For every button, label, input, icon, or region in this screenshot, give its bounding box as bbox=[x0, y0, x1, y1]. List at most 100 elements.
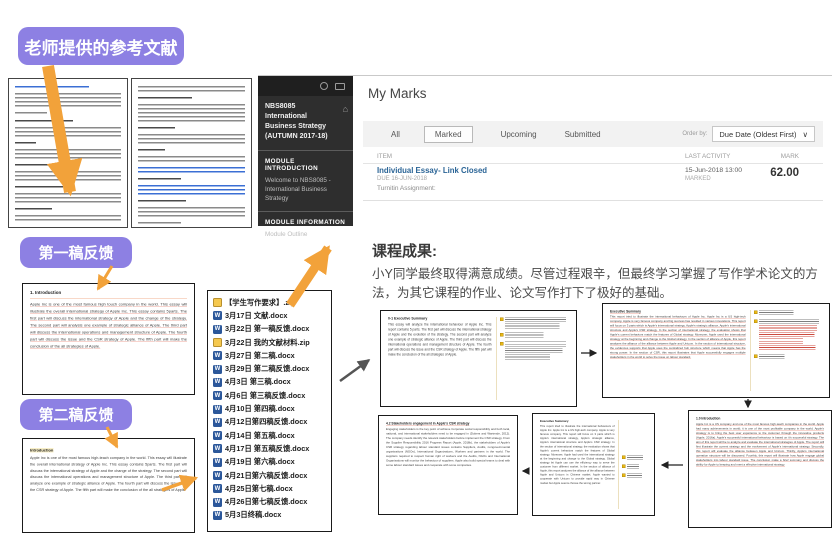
file-list-item[interactable]: W3月27日 第二稿.docx bbox=[213, 349, 331, 362]
comment-icon bbox=[754, 320, 758, 324]
file-list: 【学生写作要求】.zipW3月17日 文献.docxW3月22日 第一稿反馈.d… bbox=[207, 290, 332, 532]
word-icon: W bbox=[213, 471, 222, 480]
course-title-text: NBS8085 International Business Strategy … bbox=[265, 103, 328, 140]
feedback-rule bbox=[30, 298, 187, 299]
doc-body: Apple Inc is a US company and one of the… bbox=[696, 423, 824, 468]
file-name: 3月29日 第二稿反馈.docx bbox=[225, 364, 309, 374]
lms-screenshot: NBS8085 International Business Strategy … bbox=[258, 75, 832, 225]
word-icon: W bbox=[213, 325, 222, 334]
file-name: 5月3日终稿.docx bbox=[225, 510, 281, 520]
word-icon: W bbox=[213, 458, 222, 467]
sidebar-divider bbox=[258, 150, 353, 151]
file-list-item[interactable]: W4月14日 第五稿.docx bbox=[213, 429, 331, 442]
file-list-item[interactable]: W4月19日 第六稿.docx bbox=[213, 456, 331, 469]
file-list-item[interactable]: W5月3日终稿.docx bbox=[213, 509, 331, 522]
comments-pane bbox=[619, 420, 647, 509]
word-icon: W bbox=[213, 351, 222, 360]
flow-doc-exec-summary-3: Executive Summary This report tried to i… bbox=[532, 413, 655, 516]
comment-icon bbox=[622, 465, 626, 469]
doc-heading: 4.2 Stakeholders engagement in Apple's C… bbox=[386, 422, 510, 426]
file-list-item[interactable]: 3月22日 我的文献材料.zip bbox=[213, 336, 331, 349]
tab-all[interactable]: All bbox=[391, 130, 400, 139]
assignment-due: DUE 16-JUN-2018 bbox=[377, 176, 427, 182]
assignment-type: Turnitin Assignment: bbox=[377, 185, 436, 192]
search-icon[interactable] bbox=[320, 82, 328, 90]
file-name: 4月14日 第五稿.docx bbox=[225, 431, 295, 441]
file-list-item[interactable]: W3月17日 文献.docx bbox=[213, 309, 331, 322]
tab-upcoming[interactable]: Upcoming bbox=[501, 130, 537, 139]
doc-body: This report tried to illustrate the inte… bbox=[610, 315, 746, 360]
doc-body: Engaging stakeholders is the key point o… bbox=[386, 428, 510, 468]
assignment-link[interactable]: Individual Essay- Link Closed bbox=[377, 166, 487, 175]
file-list-item[interactable]: W4月6日 第三稿反馈.docx bbox=[213, 389, 331, 402]
order-by-dropdown[interactable]: Due Date (Oldest First) ∨ bbox=[712, 126, 815, 142]
slide-canvas: 老师提供的参考文献 第一稿反馈 第二稿反馈 bbox=[0, 0, 832, 542]
doc-heading: Executive Summary bbox=[610, 310, 746, 314]
file-name: 3月22日 我的文献材料.zip bbox=[225, 338, 310, 348]
file-list-item[interactable]: W4月3日 第三稿.docx bbox=[213, 376, 331, 389]
comment-icon bbox=[500, 342, 504, 346]
page-title: My Marks bbox=[368, 86, 427, 101]
comments-pane bbox=[497, 317, 570, 400]
file-list-item[interactable]: W4月25日第七稿.docx bbox=[213, 482, 331, 495]
file-list-item[interactable]: W3月22日 第一稿反馈.docx bbox=[213, 323, 331, 336]
second-draft-doc: Introduction Apple Inc is one of the mos… bbox=[22, 438, 195, 533]
file-list-item[interactable]: W4月12日第四稿反馈.docx bbox=[213, 416, 331, 429]
marks-tabs-bar: All Marked Upcoming Submitted Order by: Due… bbox=[363, 121, 823, 147]
doc-heading: 1. Introduction bbox=[30, 290, 187, 295]
tab-submitted[interactable]: Submitted bbox=[565, 130, 601, 139]
file-name: 3月27日 第二稿.docx bbox=[225, 351, 295, 361]
comment-icon bbox=[622, 456, 626, 460]
comment-icon bbox=[622, 474, 626, 478]
comments-pane bbox=[751, 310, 822, 391]
sidebar-divider bbox=[258, 211, 353, 212]
file-list-item[interactable]: W4月10日 第四稿.docx bbox=[213, 402, 331, 415]
status-badge: MARKED bbox=[685, 176, 711, 182]
word-icon: W bbox=[213, 498, 222, 507]
first-draft-label: 第一稿反馈 bbox=[20, 237, 132, 268]
file-name: 4月21日第六稿反馈.docx bbox=[225, 471, 307, 481]
comment-icon bbox=[500, 333, 504, 337]
marks-table-header: ITEM LAST ACTIVITY MARK bbox=[363, 150, 823, 164]
doc-body: Apple Inc is one of the most famous high… bbox=[30, 455, 187, 493]
file-name: 3月22日 第一稿反馈.docx bbox=[225, 324, 309, 334]
collapse-panel-icon[interactable] bbox=[335, 83, 345, 90]
doc-heading: 0-1 Executive Summary bbox=[388, 317, 492, 321]
outcome-section: 课程成果: 小Y同学最终取得满意成绩。尽管过程艰辛，但最终学习掌握了写作学术论文… bbox=[372, 240, 828, 304]
sidebar-section-module-information: MODULE INFORMATION bbox=[258, 215, 353, 228]
tab-marked[interactable]: Marked bbox=[424, 126, 473, 143]
doc-heading: Introduction bbox=[30, 448, 53, 453]
home-icon[interactable]: ⌂ bbox=[343, 103, 348, 116]
word-icon: W bbox=[213, 311, 222, 320]
order-by-group: Order by: Due Date (Oldest First) ∨ bbox=[682, 126, 823, 142]
file-list-item[interactable]: 【学生写作要求】.zip bbox=[213, 296, 331, 309]
lms-main: My Marks All Marked Upcoming Submitted Orde… bbox=[353, 76, 832, 226]
word-icon: W bbox=[213, 431, 222, 440]
file-list-item[interactable]: W3月29日 第二稿反馈.docx bbox=[213, 362, 331, 375]
zip-icon bbox=[213, 338, 222, 347]
doc-body: This report tried to illustrate the inte… bbox=[540, 425, 615, 486]
lms-sidebar: NBS8085 International Business Strategy … bbox=[258, 76, 353, 226]
outcome-heading: 课程成果: bbox=[372, 240, 828, 261]
file-name: 3月17日 文献.docx bbox=[225, 311, 287, 321]
last-activity-value: 15-Jun-2018 13:00 bbox=[685, 167, 742, 174]
sidebar-item-module-outline[interactable]: Module Outline bbox=[258, 228, 353, 243]
file-list-item[interactable]: W4月26日第七稿反馈.docx bbox=[213, 495, 331, 508]
file-list-item[interactable]: W4月17日 第五稿反馈.docx bbox=[213, 442, 331, 455]
order-by-value: Due Date (Oldest First) bbox=[719, 130, 796, 139]
course-title[interactable]: NBS8085 International Business Strategy … bbox=[258, 96, 353, 147]
zip-icon bbox=[213, 298, 222, 307]
chevron-down-icon: ∨ bbox=[803, 130, 809, 139]
second-draft-label: 第二稿反馈 bbox=[20, 399, 132, 430]
sidebar-item-welcome[interactable]: Welcome to NBS8085 - International Busin… bbox=[258, 174, 353, 208]
word-icon: W bbox=[213, 511, 222, 520]
file-name: 4月25日第七稿.docx bbox=[225, 484, 293, 494]
file-name: 【学生写作要求】.zip bbox=[225, 298, 296, 308]
file-list-item[interactable]: W4月21日第六稿反馈.docx bbox=[213, 469, 331, 482]
row-divider bbox=[363, 200, 823, 201]
column-item: ITEM bbox=[377, 153, 392, 160]
word-icon: W bbox=[213, 365, 222, 374]
flow-doc-exec-summary-2: Executive Summary This report tried to i… bbox=[602, 303, 830, 398]
comment-icon bbox=[500, 318, 504, 322]
doc-heading: 1.0 Introduction bbox=[696, 417, 824, 421]
